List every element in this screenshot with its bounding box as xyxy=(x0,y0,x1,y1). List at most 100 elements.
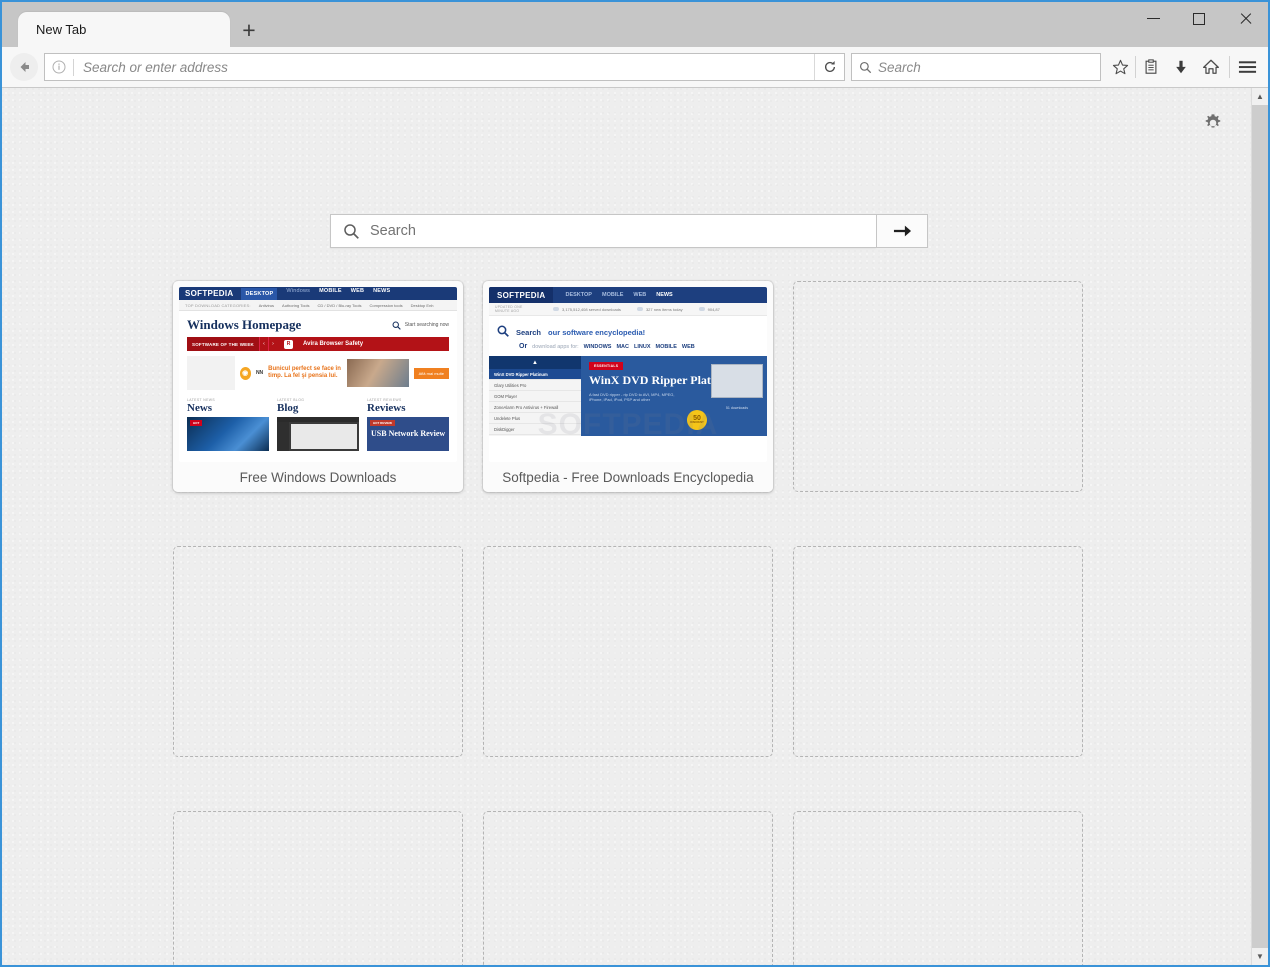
tile-thumbnail: SOFTPEDIA DESKTOP Windows MOBILE WEB NEW… xyxy=(179,287,457,462)
mini-list-collapse-icon: ▲ xyxy=(489,356,581,369)
tab-new-tab[interactable]: New Tab xyxy=(18,12,230,47)
tile-empty-slot[interactable] xyxy=(173,811,463,965)
mini-feature-area: ▲ WinX DVD Ripper Platinum Glary Utiliti… xyxy=(489,356,767,441)
downloads-button[interactable] xyxy=(1166,52,1196,82)
toolbar-search-input[interactable]: Search xyxy=(878,60,921,75)
mini-nav-item: MOBILE xyxy=(319,287,342,294)
maximize-icon xyxy=(1193,12,1205,25)
mini-search-hint: Start searching now xyxy=(404,322,449,328)
mini-ad-placeholder xyxy=(187,356,235,390)
menu-button[interactable] xyxy=(1232,52,1262,82)
vertical-scrollbar[interactable]: ▲ ▼ xyxy=(1251,88,1268,965)
mini-brand: SOFTPEDIA xyxy=(489,287,554,303)
tile-empty-slot[interactable] xyxy=(483,811,773,965)
mini-banner-logo: R xyxy=(284,339,293,349)
tab-label: New Tab xyxy=(36,22,87,37)
mini-banner-tag: SOFTWARE OF THE WEEK xyxy=(187,337,259,351)
mini-nav-item: WEB xyxy=(350,287,365,294)
mini-ad-brand: NN xyxy=(255,370,264,376)
mini-brand: SOFTPEDIA xyxy=(185,289,234,298)
mini-hero: Windows Homepage Start searching now xyxy=(179,311,457,337)
new-tab-button[interactable]: + xyxy=(230,13,268,47)
tab-strip: New Tab + xyxy=(2,2,1268,47)
mini-stat-text: 3,175,512,408 served downloads xyxy=(562,306,621,312)
newtab-search-box[interactable]: Search xyxy=(330,214,876,248)
library-button[interactable] xyxy=(1136,52,1166,82)
reload-button[interactable] xyxy=(814,54,844,80)
mini-nav-item: MOBILE xyxy=(601,292,624,298)
mini-banner-next: › xyxy=(268,337,277,351)
mini-subnav-item: Antivirus xyxy=(258,302,275,308)
mini-software-list: ▲ WinX DVD Ripper Platinum Glary Utiliti… xyxy=(489,356,581,436)
maximize-button[interactable] xyxy=(1176,2,1222,35)
mini-list-item: WinX DVD Ripper Platinum xyxy=(489,369,581,380)
mini-feature-desc: A fast DVD ripper - rip DVD to AVI, MP4,… xyxy=(589,391,675,403)
scroll-down-button[interactable]: ▼ xyxy=(1252,948,1268,965)
bookmark-button[interactable] xyxy=(1105,52,1135,82)
magnifier-icon xyxy=(497,325,509,340)
tile-softpedia-encyclopedia[interactable]: SOFTPEDIA DESKTOP MOBILE WEB NEWS UPDATE… xyxy=(483,281,773,492)
mini-stat-text: 327 new items today xyxy=(645,306,683,312)
mini-nav-item: DESKTOP xyxy=(565,292,592,298)
newtab-search-go-button[interactable] xyxy=(876,214,928,248)
mini-column-news: LATEST NEWS News HOT xyxy=(187,398,269,451)
mini-ad-copy: Bunicul perfect se face în timp. La fel … xyxy=(268,365,341,380)
mini-nav: DESKTOP MOBILE WEB NEWS xyxy=(553,292,672,298)
mini-platform: MOBILE xyxy=(655,343,677,350)
address-bar[interactable]: Search or enter address xyxy=(44,53,845,81)
close-icon xyxy=(1239,12,1252,25)
tile-free-windows-downloads[interactable]: SOFTPEDIA DESKTOP Windows MOBILE WEB NEW… xyxy=(173,281,463,492)
mini-column-blog: LATEST BLOG Blog xyxy=(277,398,359,451)
scrollbar-thumb[interactable] xyxy=(1252,105,1268,948)
toolbar-search-box[interactable]: Search xyxy=(851,53,1101,81)
tile-empty-slot[interactable] xyxy=(483,546,773,757)
mini-stat: 904,87 xyxy=(698,307,720,312)
plus-icon: + xyxy=(242,16,256,43)
mini-column-reviews: LATEST REVIEWS Reviews HOT REVIEW USB Ne… xyxy=(367,398,449,451)
tile-title: Free Windows Downloads xyxy=(173,462,463,492)
page-info-icon[interactable] xyxy=(45,54,73,80)
library-icon xyxy=(1145,59,1157,74)
hamburger-menu-icon xyxy=(1238,61,1256,73)
mini-nav-item: DESKTOP xyxy=(241,287,278,300)
mini-subnav-item: Authoring Tools xyxy=(282,302,310,308)
mini-topbar: SOFTPEDIA DESKTOP Windows MOBILE WEB NEW… xyxy=(179,287,457,300)
cloud-icon xyxy=(553,307,559,311)
mini-search-word: Search xyxy=(516,328,542,337)
minimize-button[interactable] xyxy=(1130,2,1176,35)
mini-subnav-item: Compression tools xyxy=(369,302,403,308)
navigation-toolbar: Search or enter address Search xyxy=(2,47,1268,88)
mini-col-image: HOT REVIEW USB Network Review xyxy=(367,417,449,451)
mini-discount-badge: 50 DISCOUNT xyxy=(687,410,707,430)
newtab-settings-button[interactable] xyxy=(1200,110,1226,136)
thumbnail-softpedia-windows: SOFTPEDIA DESKTOP Windows MOBILE WEB NEW… xyxy=(179,287,457,462)
scroll-up-button[interactable]: ▲ xyxy=(1252,88,1268,105)
mini-subnav-item: CD / DVD / Blu-ray Tools xyxy=(317,302,362,308)
mini-columns: LATEST NEWS News HOT LATEST BLOG Blog LA… xyxy=(179,395,457,451)
mini-col-title: Reviews xyxy=(367,402,406,414)
star-icon xyxy=(1112,59,1128,74)
mini-search-phrase: our software encyclopedia! xyxy=(548,328,646,337)
tile-empty-slot[interactable] xyxy=(793,546,1083,757)
mini-discount-label: DISCOUNT xyxy=(690,421,704,425)
mini-nav: DESKTOP Windows MOBILE WEB NEWS xyxy=(241,287,390,300)
tile-thumbnail: SOFTPEDIA DESKTOP MOBILE WEB NEWS UPDATE… xyxy=(489,287,767,462)
home-button[interactable] xyxy=(1196,52,1226,82)
arrow-right-icon xyxy=(893,225,911,237)
tile-empty-slot[interactable] xyxy=(793,281,1083,492)
top-sites-grid: SOFTPEDIA DESKTOP Windows MOBILE WEB NEW… xyxy=(173,281,1085,965)
browser-window: New Tab + Search or enter address Search… xyxy=(0,0,1270,967)
settings-gear-icon xyxy=(1205,114,1221,128)
newtab-search-input[interactable]: Search xyxy=(370,223,416,239)
search-icon xyxy=(852,61,878,74)
close-button[interactable] xyxy=(1222,2,1268,35)
home-icon xyxy=(1202,59,1220,74)
mini-list-item: Undelete Plus xyxy=(489,413,581,424)
mini-nav-item: WEB xyxy=(633,292,647,298)
mini-list-item: Glary Utilities Pro xyxy=(489,380,581,391)
tile-empty-slot[interactable] xyxy=(173,546,463,757)
address-bar-input[interactable]: Search or enter address xyxy=(74,60,814,75)
back-button[interactable] xyxy=(10,53,38,81)
tile-empty-slot[interactable] xyxy=(793,811,1083,965)
cloud-icon xyxy=(636,307,643,311)
